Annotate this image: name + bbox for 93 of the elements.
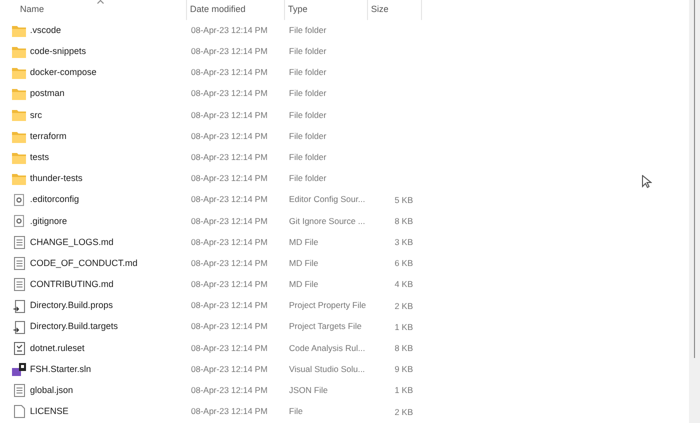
folder-icon bbox=[12, 24, 26, 37]
arrow-document-icon bbox=[13, 300, 25, 313]
file-type: MD File bbox=[289, 258, 318, 268]
file-size: 1 KB bbox=[394, 320, 413, 334]
file-type: Git Ignore Source ... bbox=[289, 216, 366, 226]
date-modified: 08-Apr-23 12:14 PM bbox=[191, 46, 268, 56]
date-modified: 08-Apr-23 12:14 PM bbox=[191, 24, 268, 35]
folder-icon bbox=[12, 88, 26, 100]
file-size: 9 KB bbox=[394, 363, 413, 376]
folder-icon bbox=[12, 152, 26, 164]
column-header[interactable]: Type bbox=[288, 3, 308, 17]
file-name[interactable]: dotnet.ruleset bbox=[30, 342, 85, 356]
folder-icon bbox=[12, 109, 26, 122]
file-type: JSON File bbox=[289, 385, 328, 396]
arrow-document-icon bbox=[13, 320, 25, 334]
folder-icon bbox=[12, 46, 26, 58]
date-modified: 08-Apr-23 12:14 PM bbox=[191, 321, 268, 332]
date-modified: 08-Apr-23 12:14 PM bbox=[191, 194, 268, 204]
file-size: 5 KB bbox=[394, 194, 413, 206]
folder-icon bbox=[12, 172, 26, 185]
file-name[interactable]: .gitignore bbox=[30, 214, 68, 228]
date-modified: 08-Apr-23 12:14 PM bbox=[191, 173, 268, 184]
file-type: File folder bbox=[289, 46, 326, 56]
file-name[interactable]: src bbox=[30, 108, 42, 122]
file-name[interactable]: CODE_OF_CONDUCT.md bbox=[30, 256, 138, 270]
blank-file-icon bbox=[14, 405, 24, 418]
date-modified: 08-Apr-23 12:14 PM bbox=[191, 88, 268, 98]
file-size: 4 KB bbox=[394, 278, 413, 292]
file-type: MD File bbox=[289, 236, 318, 247]
date-modified: 08-Apr-23 12:14 PM bbox=[191, 216, 268, 226]
file-size: 6 KB bbox=[394, 257, 413, 270]
file-name[interactable]: CHANGE_LOGS.md bbox=[30, 236, 114, 250]
file-name[interactable]: .vscode bbox=[30, 24, 62, 38]
file-name[interactable]: FSH.Starter.sln bbox=[30, 362, 92, 376]
file-type: Editor Config Sour... bbox=[289, 194, 366, 204]
gear-document-icon bbox=[14, 194, 24, 206]
file-type: MD File bbox=[289, 279, 318, 290]
file-type: File bbox=[289, 406, 303, 416]
file-type: Project Property File bbox=[289, 300, 366, 310]
date-modified: 08-Apr-23 12:14 PM bbox=[191, 364, 268, 374]
folder-icon bbox=[12, 66, 26, 79]
file-size: 8 KB bbox=[394, 342, 413, 355]
solution-file-icon bbox=[12, 363, 26, 376]
file-type: File folder bbox=[289, 88, 326, 98]
file-size: 1 KB bbox=[394, 384, 413, 398]
file-name[interactable]: Directory.Build.targets bbox=[30, 320, 118, 334]
file-name[interactable]: code-snippets bbox=[30, 45, 86, 59]
document-icon bbox=[14, 236, 24, 249]
file-name[interactable]: thunder-tests bbox=[30, 172, 83, 186]
file-type: Code Analysis Rul... bbox=[289, 342, 366, 353]
date-modified: 08-Apr-23 12:14 PM bbox=[191, 67, 268, 78]
file-type: File folder bbox=[289, 67, 326, 78]
scrollbar[interactable] bbox=[689, 0, 700, 423]
file-type: File folder bbox=[289, 110, 326, 120]
date-modified: 08-Apr-23 12:14 PM bbox=[191, 110, 268, 120]
checklist-document-icon bbox=[14, 342, 24, 355]
column-header[interactable]: Date modified bbox=[190, 3, 246, 17]
folder-icon bbox=[12, 130, 26, 143]
file-size: 8 KB bbox=[394, 214, 413, 228]
file-name[interactable]: LICENSE bbox=[30, 405, 69, 419]
file-type: File folder bbox=[289, 130, 326, 141]
mouse-cursor-icon bbox=[642, 175, 652, 188]
date-modified: 08-Apr-23 12:14 PM bbox=[191, 279, 268, 290]
file-name[interactable]: Directory.Build.props bbox=[30, 299, 113, 313]
file-size: 2 KB bbox=[394, 406, 413, 418]
column-header[interactable]: Size bbox=[371, 3, 389, 17]
document-icon bbox=[14, 257, 24, 270]
file-size: 2 KB bbox=[394, 300, 413, 312]
gear-document-icon bbox=[14, 215, 24, 228]
file-name[interactable]: postman bbox=[30, 87, 65, 101]
file-type: Project Targets File bbox=[289, 321, 362, 332]
date-modified: 08-Apr-23 12:14 PM bbox=[191, 258, 268, 268]
file-name[interactable]: .editorconfig bbox=[30, 193, 80, 207]
date-modified: 08-Apr-23 12:14 PM bbox=[191, 300, 268, 310]
file-type: File folder bbox=[289, 24, 326, 35]
date-modified: 08-Apr-23 12:14 PM bbox=[191, 406, 268, 416]
date-modified: 08-Apr-23 12:14 PM bbox=[191, 236, 268, 247]
file-type: File folder bbox=[289, 152, 326, 162]
file-name[interactable]: CONTRIBUTING.md bbox=[30, 278, 114, 292]
file-name[interactable]: global.json bbox=[30, 384, 74, 398]
file-name[interactable]: docker-compose bbox=[30, 66, 97, 80]
date-modified: 08-Apr-23 12:14 PM bbox=[191, 152, 268, 162]
file-type: File folder bbox=[289, 173, 326, 184]
date-modified: 08-Apr-23 12:14 PM bbox=[191, 130, 268, 141]
file-size: 3 KB bbox=[394, 236, 413, 249]
file-type: Visual Studio Solu... bbox=[289, 364, 365, 374]
date-modified: 08-Apr-23 12:14 PM bbox=[191, 342, 268, 353]
document-icon bbox=[14, 384, 24, 398]
document-icon bbox=[14, 278, 24, 292]
column-header[interactable]: Name bbox=[20, 3, 44, 17]
file-name[interactable]: terraform bbox=[30, 130, 67, 144]
file-name[interactable]: tests bbox=[30, 150, 50, 164]
date-modified: 08-Apr-23 12:14 PM bbox=[191, 385, 268, 396]
